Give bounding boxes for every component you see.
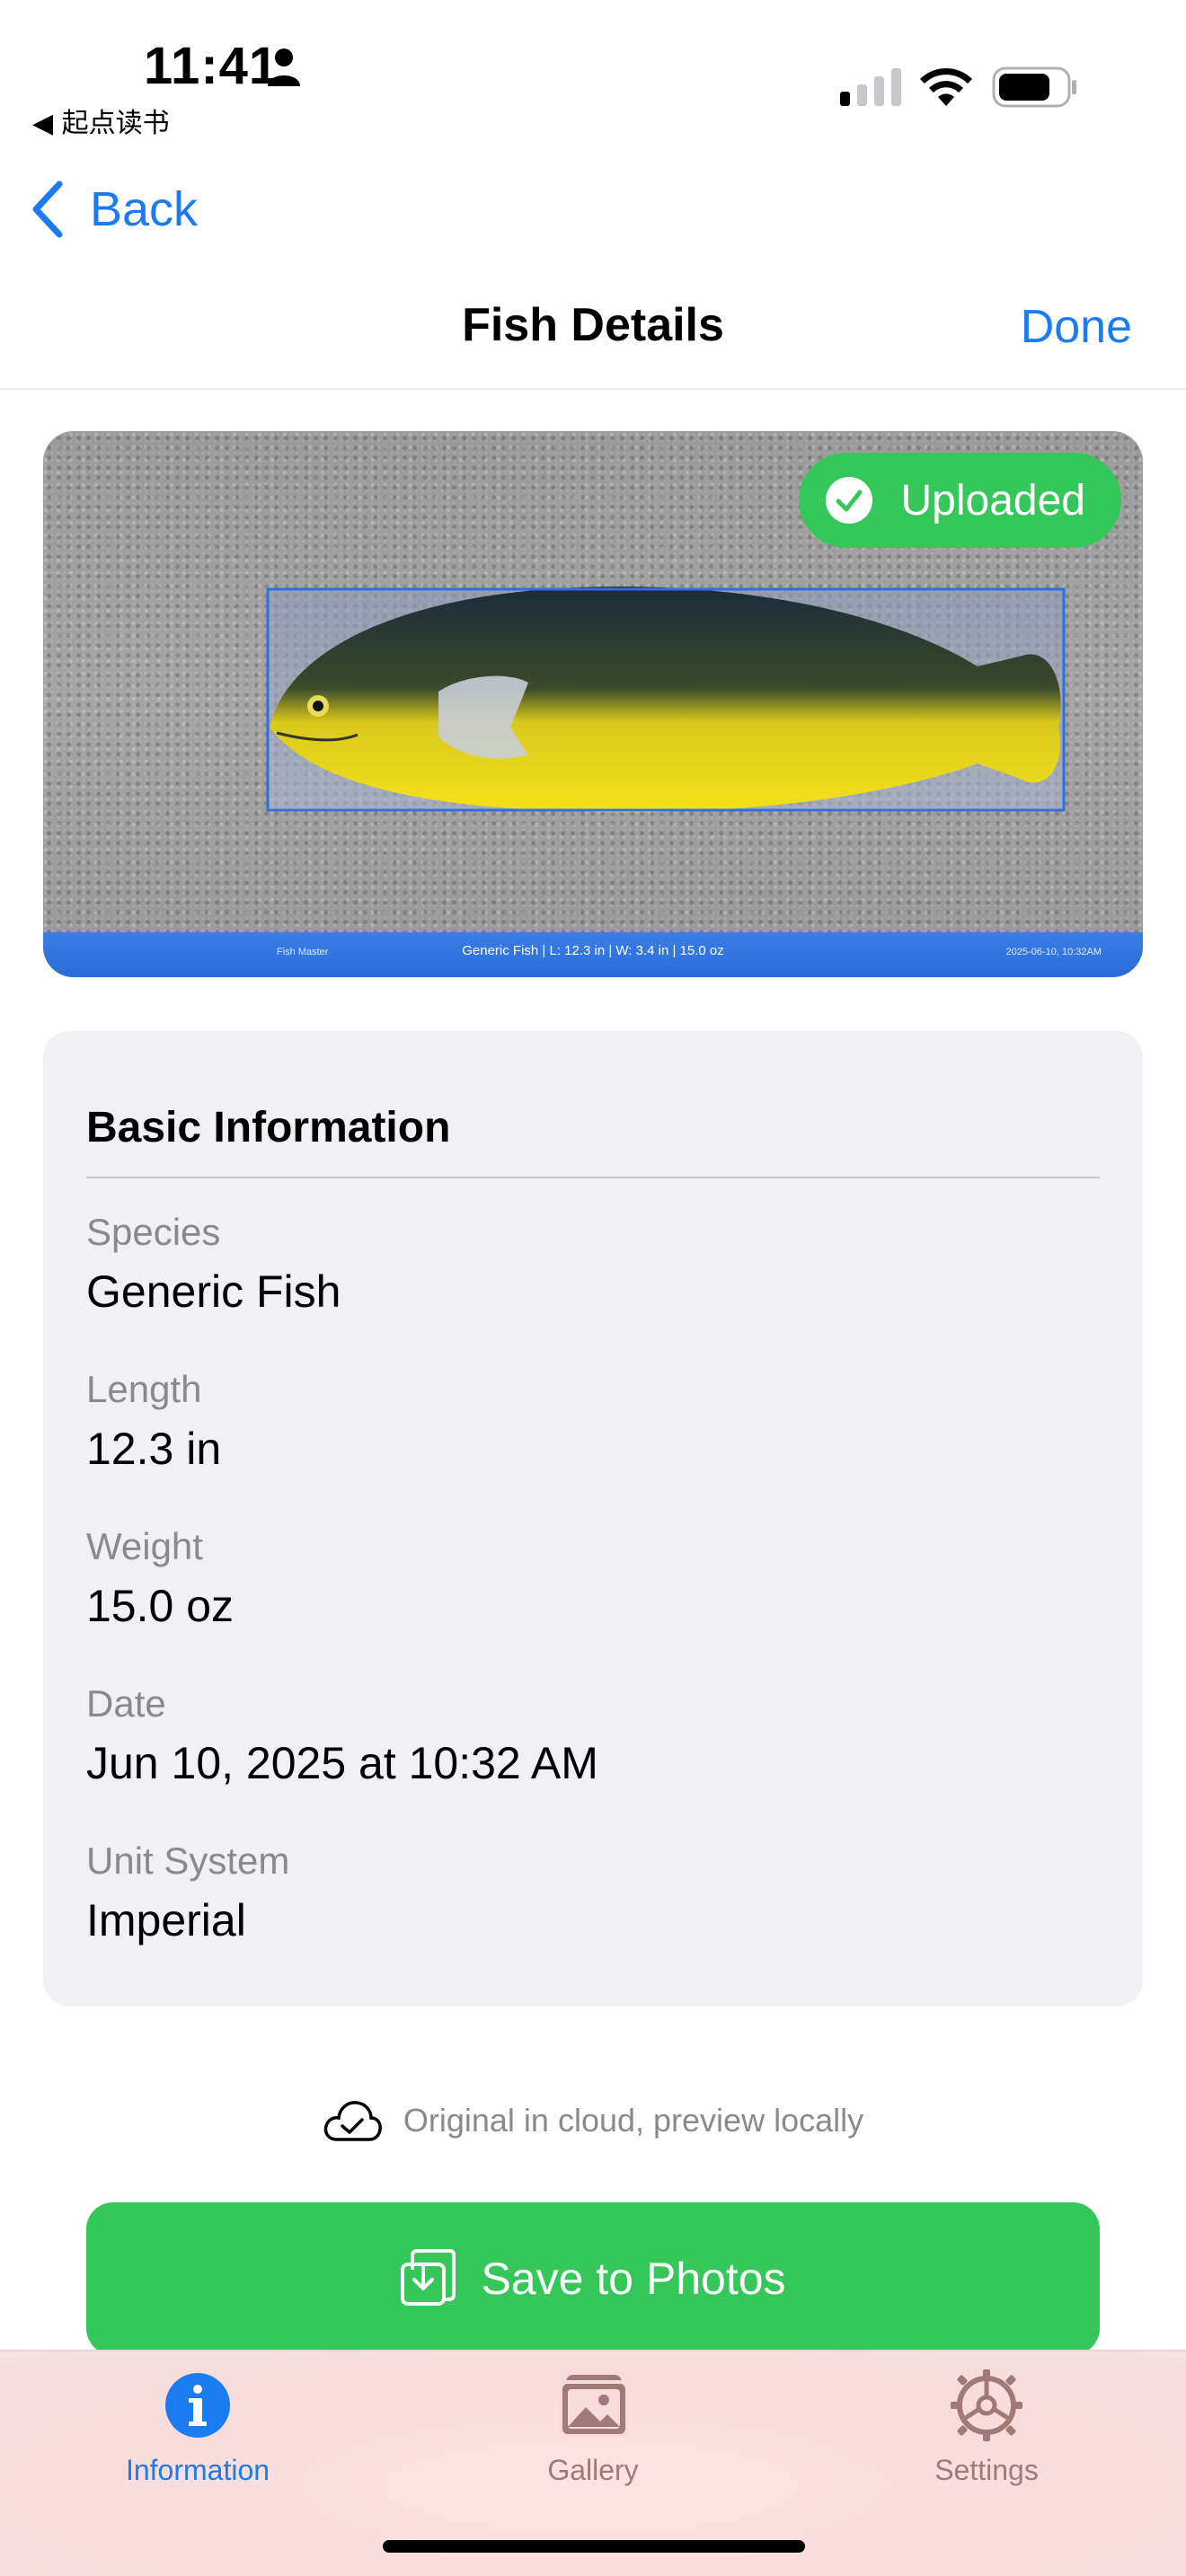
basic-information-card: Basic Information Species Generic Fish L…: [43, 1031, 1143, 2007]
save-button-label: Save to Photos: [481, 2254, 786, 2304]
caption-fish-summary: Generic Fish | L: 12.3 in | W: 3.4 in | …: [462, 943, 724, 958]
upload-status-label: Uploaded: [900, 476, 1086, 525]
field-label: Length: [86, 1368, 202, 1410]
field-value: Generic Fish: [86, 1266, 341, 1317]
weight-field: Weight 15.0 oz: [86, 1522, 234, 1636]
species-field: Species Generic Fish: [86, 1207, 341, 1322]
download-to-photos-icon: [401, 2249, 456, 2306]
unit-system-field: Unit System Imperial: [86, 1836, 289, 1951]
nav-divider: [0, 388, 1186, 390]
tab-label: Settings: [934, 2454, 1039, 2486]
back-button[interactable]: Back: [31, 178, 198, 241]
field-label: Weight: [86, 1525, 203, 1567]
cloud-note-text: Original in cloud, preview locally: [403, 2102, 864, 2139]
done-button[interactable]: Done: [1021, 300, 1132, 354]
checkmark-circle-icon: [825, 477, 872, 524]
tab-label: Information: [125, 2454, 270, 2486]
cloud-check-icon: [323, 2101, 382, 2141]
field-value: 15.0 oz: [86, 1581, 235, 1631]
tab-settings[interactable]: Settings: [870, 2368, 1103, 2487]
save-to-photos-button[interactable]: Save to Photos: [86, 2202, 1100, 2355]
back-to-app-link[interactable]: ◀ 起点读书: [32, 101, 170, 140]
tab-gallery[interactable]: Gallery: [476, 2368, 710, 2487]
field-value: 12.3 in: [86, 1424, 222, 1474]
fish-photo[interactable]: Uploaded Fish Master Generic Fish | L: 1…: [43, 431, 1143, 977]
status-bar: 11:41 ◀ 起点读书: [0, 0, 1186, 153]
back-button-label: Back: [90, 182, 199, 236]
field-value: Jun 10, 2025 at 10:32 AM: [86, 1738, 598, 1788]
field-label: Unit System: [86, 1839, 290, 1882]
info-icon: [165, 2373, 230, 2438]
upload-status-badge: Uploaded: [798, 453, 1121, 548]
battery-icon: [992, 66, 1076, 108]
section-divider: [86, 1177, 1100, 1178]
section-title: Basic Information: [86, 1104, 451, 1151]
wifi-icon: [920, 67, 972, 106]
field-label: Date: [86, 1682, 166, 1725]
length-field: Length 12.3 in: [86, 1364, 221, 1479]
field-label: Species: [86, 1211, 221, 1253]
status-time: 11:41: [144, 37, 279, 95]
photo-caption-bar: Fish Master Generic Fish | L: 12.3 in | …: [43, 932, 1143, 977]
field-value: Imperial: [86, 1895, 246, 1945]
cloud-storage-note: Original in cloud, preview locally: [0, 2098, 1186, 2143]
person-icon: [268, 49, 300, 86]
tab-label: Gallery: [547, 2454, 639, 2486]
photos-icon: [559, 2375, 629, 2438]
caption-timestamp: 2025-06-10, 10:32AM: [1005, 947, 1102, 957]
cellular-signal-icon: [840, 68, 901, 106]
gear-icon: [951, 2369, 1022, 2441]
chevron-left-icon: [32, 181, 63, 238]
home-indicator: [383, 2540, 805, 2553]
tab-information[interactable]: Information: [81, 2368, 314, 2487]
page-title: Fish Details: [462, 299, 724, 351]
date-field: Date Jun 10, 2025 at 10:32 AM: [86, 1679, 598, 1794]
